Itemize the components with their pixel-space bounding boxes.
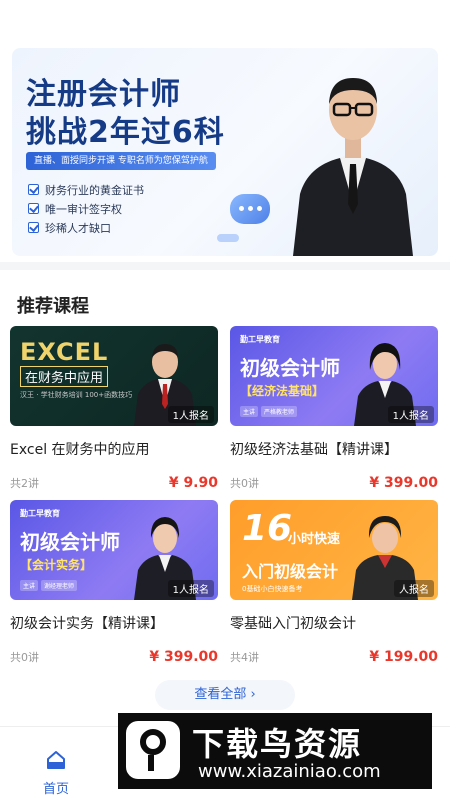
home-icon bbox=[47, 751, 65, 769]
section-title: 推荐课程 bbox=[17, 296, 89, 317]
course-card[interactable]: 勤工早教育 初级会计师 【经济法基础】 主讲 严格教老师 1人报名 初级经济法基… bbox=[230, 326, 438, 491]
banner-feature-label: 财务行业的黄金证书 bbox=[45, 183, 144, 197]
thumb-tags: 主讲 谢经理老师 bbox=[20, 580, 78, 591]
thumb-tags: 主讲 严格教老师 bbox=[240, 406, 298, 417]
course-title[interactable]: 零基础入门初级会计 bbox=[230, 613, 438, 633]
thumb-subtitle: 在财务中应用 bbox=[20, 366, 109, 387]
thumb-subtitle: 小时快速 bbox=[288, 532, 341, 547]
lesson-count: 共2讲 bbox=[10, 477, 39, 490]
see-all-button[interactable]: 查看全部 › bbox=[155, 680, 295, 710]
banner-feature-label: 唯一审计签字权 bbox=[45, 202, 122, 216]
thumb-note: 汉王 · 学社财务培训 100+函数技巧 bbox=[20, 391, 133, 399]
checkbox-icon bbox=[28, 203, 39, 214]
course-title[interactable]: 初级会计实务【精讲课】 bbox=[10, 613, 218, 633]
banner-feature: 财务行业的黄金证书 bbox=[28, 180, 144, 199]
thumb-title: 初级会计师 bbox=[240, 356, 340, 380]
banner-title: 注册会计师 挑战2年过6科 bbox=[26, 76, 225, 152]
course-card[interactable]: EXCEL 在财务中应用 汉王 · 学社财务培训 100+函数技巧 1人报名 E… bbox=[10, 326, 218, 491]
thumb-title: 初级会计师 bbox=[20, 530, 120, 554]
watermark-title: 下载鸟资源 bbox=[192, 725, 363, 763]
banner-feature-list: 财务行业的黄金证书 唯一审计签字权 珍稀人才缺口 bbox=[28, 180, 144, 237]
enrolled-badge: 1人报名 bbox=[387, 406, 434, 423]
enrolled-badge: 1人报名 bbox=[167, 580, 214, 597]
watermark: 下载鸟资源 www.xiazainiao.com bbox=[118, 713, 432, 789]
watermark-url: www.xiazainiao.com bbox=[198, 761, 381, 782]
course-thumbnail[interactable]: EXCEL 在财务中应用 汉王 · 学社财务培训 100+函数技巧 1人报名 bbox=[10, 326, 218, 426]
thumb-subtitle: 【经济法基础】 bbox=[240, 384, 325, 398]
lesson-count: 共0讲 bbox=[230, 477, 259, 490]
tab-home-label: 首页 bbox=[42, 782, 69, 797]
banner-subtitle: 直播、面授同步开课 专职名师为您保驾护航 bbox=[26, 152, 216, 170]
course-thumbnail[interactable]: 勤工早教育 初级会计师 【会计实务】 主讲 谢经理老师 1人报名 bbox=[10, 500, 218, 600]
course-price: ¥ 199.00 bbox=[369, 649, 438, 665]
course-thumbnail[interactable]: 16 小时快速 入门初级会计 0基础小白快速备考 人报名 bbox=[230, 500, 438, 600]
thumb-number: 16 bbox=[242, 508, 293, 549]
course-price: ¥ 399.00 bbox=[149, 649, 218, 665]
banner-title-line2: 挑战2年过6科 bbox=[26, 115, 225, 150]
enrolled-badge: 1人报名 bbox=[167, 406, 214, 423]
thumb-title: EXCEL bbox=[20, 338, 109, 366]
thumb-tag: 严格教老师 bbox=[261, 406, 298, 417]
lesson-count: 共0讲 bbox=[10, 651, 39, 664]
thumb-note: 0基础小白快速备考 bbox=[242, 585, 303, 593]
course-price: ¥ 9.90 bbox=[168, 475, 218, 491]
decor-pill bbox=[217, 234, 239, 242]
thumb-tag: 主讲 bbox=[20, 580, 39, 591]
thumb-tag: 谢经理老师 bbox=[41, 580, 78, 591]
checkbox-icon bbox=[28, 184, 39, 195]
lecturer-photo bbox=[293, 78, 413, 256]
watermark-logo-icon bbox=[126, 721, 180, 779]
course-thumbnail[interactable]: 勤工早教育 初级会计师 【经济法基础】 主讲 严格教老师 1人报名 bbox=[230, 326, 438, 426]
banner-title-line1: 注册会计师 bbox=[26, 77, 181, 112]
banner-feature-label: 珍稀人才缺口 bbox=[45, 221, 111, 235]
course-meta: 共4讲 ¥ 199.00 bbox=[230, 649, 438, 665]
promo-banner[interactable]: 注册会计师 挑战2年过6科 直播、面授同步开课 专职名师为您保驾护航 财务行业的… bbox=[12, 48, 438, 256]
banner-feature: 唯一审计签字权 bbox=[28, 199, 144, 218]
app-page: 注册会计师 挑战2年过6科 直播、面授同步开课 专职名师为您保驾护航 财务行业的… bbox=[0, 0, 450, 800]
brand-logo: 勤工早教育 bbox=[240, 335, 280, 344]
course-card[interactable]: 16 小时快速 入门初级会计 0基础小白快速备考 人报名 零基础入门初级会计 共… bbox=[230, 500, 438, 665]
course-meta: 共2讲 ¥ 9.90 bbox=[10, 475, 218, 491]
course-title[interactable]: 初级经济法基础【精讲课】 bbox=[230, 439, 438, 459]
course-meta: 共0讲 ¥ 399.00 bbox=[10, 649, 218, 665]
lesson-count: 共4讲 bbox=[230, 651, 259, 664]
thumb-title: 入门初级会计 bbox=[242, 562, 339, 581]
thumb-subtitle: 【会计实务】 bbox=[20, 558, 93, 572]
course-title[interactable]: Excel 在财务中的应用 bbox=[10, 439, 218, 459]
section-divider bbox=[0, 262, 450, 270]
banner-feature: 珍稀人才缺口 bbox=[28, 218, 144, 237]
thumb-tag: 主讲 bbox=[240, 406, 259, 417]
chat-bubble-icon bbox=[230, 194, 270, 224]
tab-home[interactable]: 首页 bbox=[34, 749, 78, 797]
checkbox-icon bbox=[28, 222, 39, 233]
brand-logo: 勤工早教育 bbox=[20, 509, 60, 518]
course-price: ¥ 399.00 bbox=[369, 475, 438, 491]
enrolled-badge: 人报名 bbox=[394, 580, 434, 597]
course-meta: 共0讲 ¥ 399.00 bbox=[230, 475, 438, 491]
course-card[interactable]: 勤工早教育 初级会计师 【会计实务】 主讲 谢经理老师 1人报名 初级会计实务【… bbox=[10, 500, 218, 665]
